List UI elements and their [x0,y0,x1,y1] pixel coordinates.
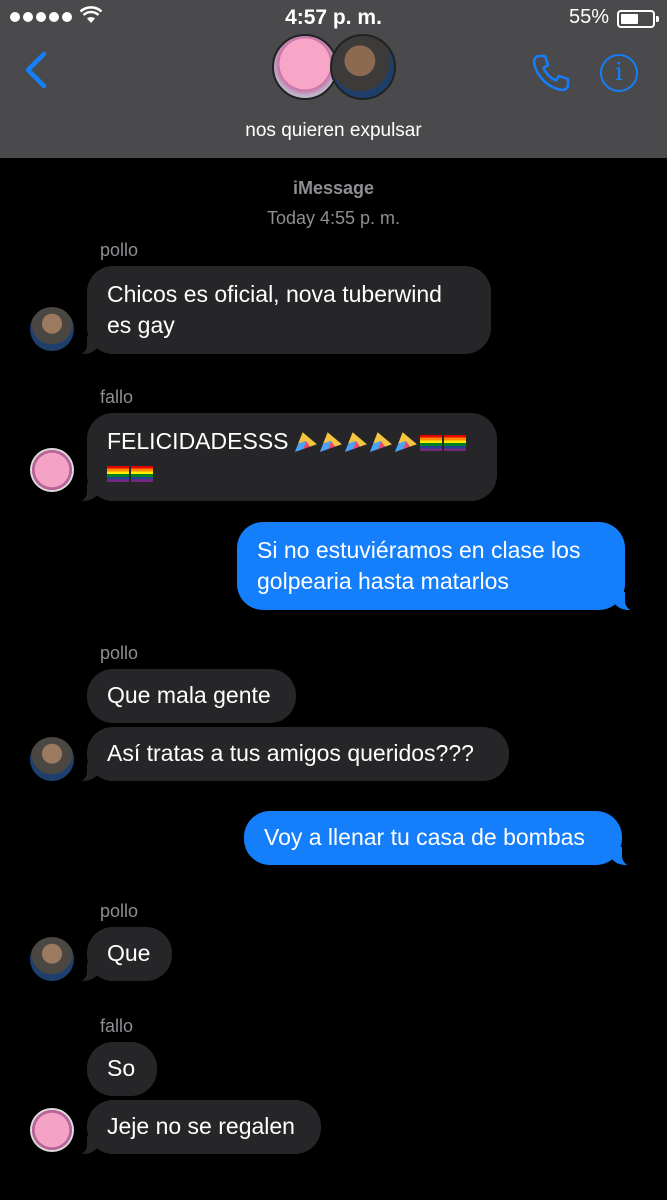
message-text: So [107,1055,136,1081]
incoming-message[interactable]: So [87,1042,157,1096]
avatar-pollo [330,34,396,100]
sender-name: pollo [100,240,139,260]
incoming-message[interactable]: FELICIDADESSS [73,413,497,502]
incoming-message[interactable]: Jeje no se regalen [73,1100,321,1155]
info-icon[interactable]: i [600,54,638,92]
sender-name: pollo [100,643,139,663]
battery-icon [617,10,659,28]
sender-name: pollo [100,901,139,921]
group-avatars[interactable] [272,34,397,100]
status-time: 4:57 p. m. [285,6,382,29]
navigation-header: 4:57 p. m. 55% nos quieren expulsar i [0,0,667,158]
outgoing-message[interactable]: Si no estuviéramos en clase los golpeari… [237,522,639,611]
avatar-pollo[interactable] [30,307,74,351]
party-popper-emoji-group [294,428,468,454]
incoming-message[interactable]: Así tratas a tus amigos queridos??? [73,727,509,782]
sender-name: fallo [100,1016,134,1036]
avatar-fallo[interactable] [30,1108,74,1152]
outgoing-message[interactable]: Voy a llenar tu casa de bombas [244,811,636,866]
group-name[interactable]: nos quieren expulsar [0,120,667,142]
message-line: Si no estuviéramos en clase los [257,537,581,563]
avatar-fallo[interactable] [30,448,74,492]
message-text: FELICIDADESSS [107,428,289,454]
avatar-pollo[interactable] [30,737,74,781]
sender-name: fallo [100,387,134,407]
service-label: iMessage [292,178,375,198]
message-line: Chicos es oficial, nova tuberwind [107,281,442,307]
incoming-message[interactable]: Que [73,927,172,982]
conversation-timestamp: Today 4:55 p. m. [266,208,401,228]
rainbow-flag-emoji-group [107,459,155,485]
message-text: Que [107,940,151,966]
message-line: es gay [107,312,175,338]
message-text: Voy a llenar tu casa de bombas [264,824,585,850]
message-text: Así tratas a tus amigos queridos??? [107,740,474,766]
incoming-message[interactable]: Chicos es oficial, nova tuberwind es gay [73,266,491,355]
battery-percent: 55% [568,6,609,28]
message-text: Jeje no se regalen [107,1113,295,1139]
phone-icon[interactable] [530,52,572,94]
status-bar: 4:57 p. m. 55% [0,4,667,32]
incoming-message[interactable]: Que mala gente [87,669,296,723]
avatar-pollo[interactable] [30,937,74,981]
message-line: golpearia hasta matarlos [257,568,509,594]
message-text: Que mala gente [107,682,271,708]
chevron-left-icon[interactable] [22,50,52,90]
avatar-fallo [272,34,338,100]
